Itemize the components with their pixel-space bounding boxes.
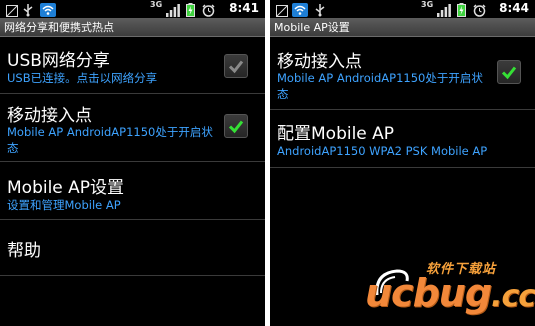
page-title: 网络分享和便携式热点 bbox=[0, 18, 265, 37]
mobile-ap-checkbox[interactable] bbox=[497, 60, 521, 84]
status-bar: 3G 8:41 bbox=[0, 0, 265, 18]
item-summary: USB已连接。点击以网络分享 bbox=[7, 71, 158, 85]
usb-tethering-checkbox[interactable] bbox=[224, 54, 248, 78]
item-summary: Mobile AP AndroidAP1150处于开启状态 bbox=[7, 125, 213, 155]
check-icon bbox=[228, 120, 244, 134]
list-item-mobile-ap[interactable]: 移动接入点 Mobile AP AndroidAP1150处于开启状态 bbox=[0, 94, 265, 162]
watermark-brand-suffix: .cc bbox=[491, 279, 535, 314]
list-item-mobile-ap-settings[interactable]: Mobile AP设置 设置和管理Mobile AP bbox=[0, 162, 265, 220]
network-type-label: 3G bbox=[421, 0, 434, 9]
item-title: 帮助 bbox=[7, 241, 41, 261]
watermark-brand-name: ucbug bbox=[365, 271, 492, 315]
watermark-brand: ucbug.cc bbox=[365, 271, 535, 315]
list-item-help[interactable]: 帮助 bbox=[0, 220, 265, 276]
status-bar: 3G 8:44 bbox=[270, 0, 535, 18]
watermark-logo: 软件下载站 ucbug.cc bbox=[365, 255, 535, 325]
mobile-ap-checkbox[interactable] bbox=[224, 114, 248, 138]
status-time: 8:41 bbox=[229, 1, 259, 15]
check-icon bbox=[228, 60, 244, 74]
item-title: 移动接入点 bbox=[277, 52, 362, 72]
page-title: Mobile AP设置 bbox=[270, 18, 535, 37]
item-title: USB网络分享 bbox=[7, 51, 110, 71]
list-item-configure-mobile-ap[interactable]: 配置Mobile AP AndroidAP1150 WPA2 PSK Mobil… bbox=[270, 110, 535, 168]
item-summary: 设置和管理Mobile AP bbox=[7, 198, 121, 212]
status-time: 8:44 bbox=[499, 1, 529, 15]
item-title: 配置Mobile AP bbox=[277, 124, 395, 144]
item-title: Mobile AP设置 bbox=[7, 178, 125, 198]
item-summary: Mobile AP AndroidAP1150处于开启状态 bbox=[277, 71, 483, 101]
list-item-mobile-ap[interactable]: 移动接入点 Mobile AP AndroidAP1150处于开启状态 bbox=[270, 40, 535, 110]
left-screen: 3G 8:41 网络分享和便携式热点 USB网络分享 USB已连接。点击以网络分… bbox=[0, 0, 265, 326]
item-summary: AndroidAP1150 WPA2 PSK Mobile AP bbox=[277, 144, 488, 158]
network-type-label: 3G bbox=[150, 0, 163, 9]
list-item-usb-tethering[interactable]: USB网络分享 USB已连接。点击以网络分享 bbox=[0, 40, 265, 94]
check-icon bbox=[501, 66, 517, 80]
item-title: 移动接入点 bbox=[7, 106, 92, 126]
